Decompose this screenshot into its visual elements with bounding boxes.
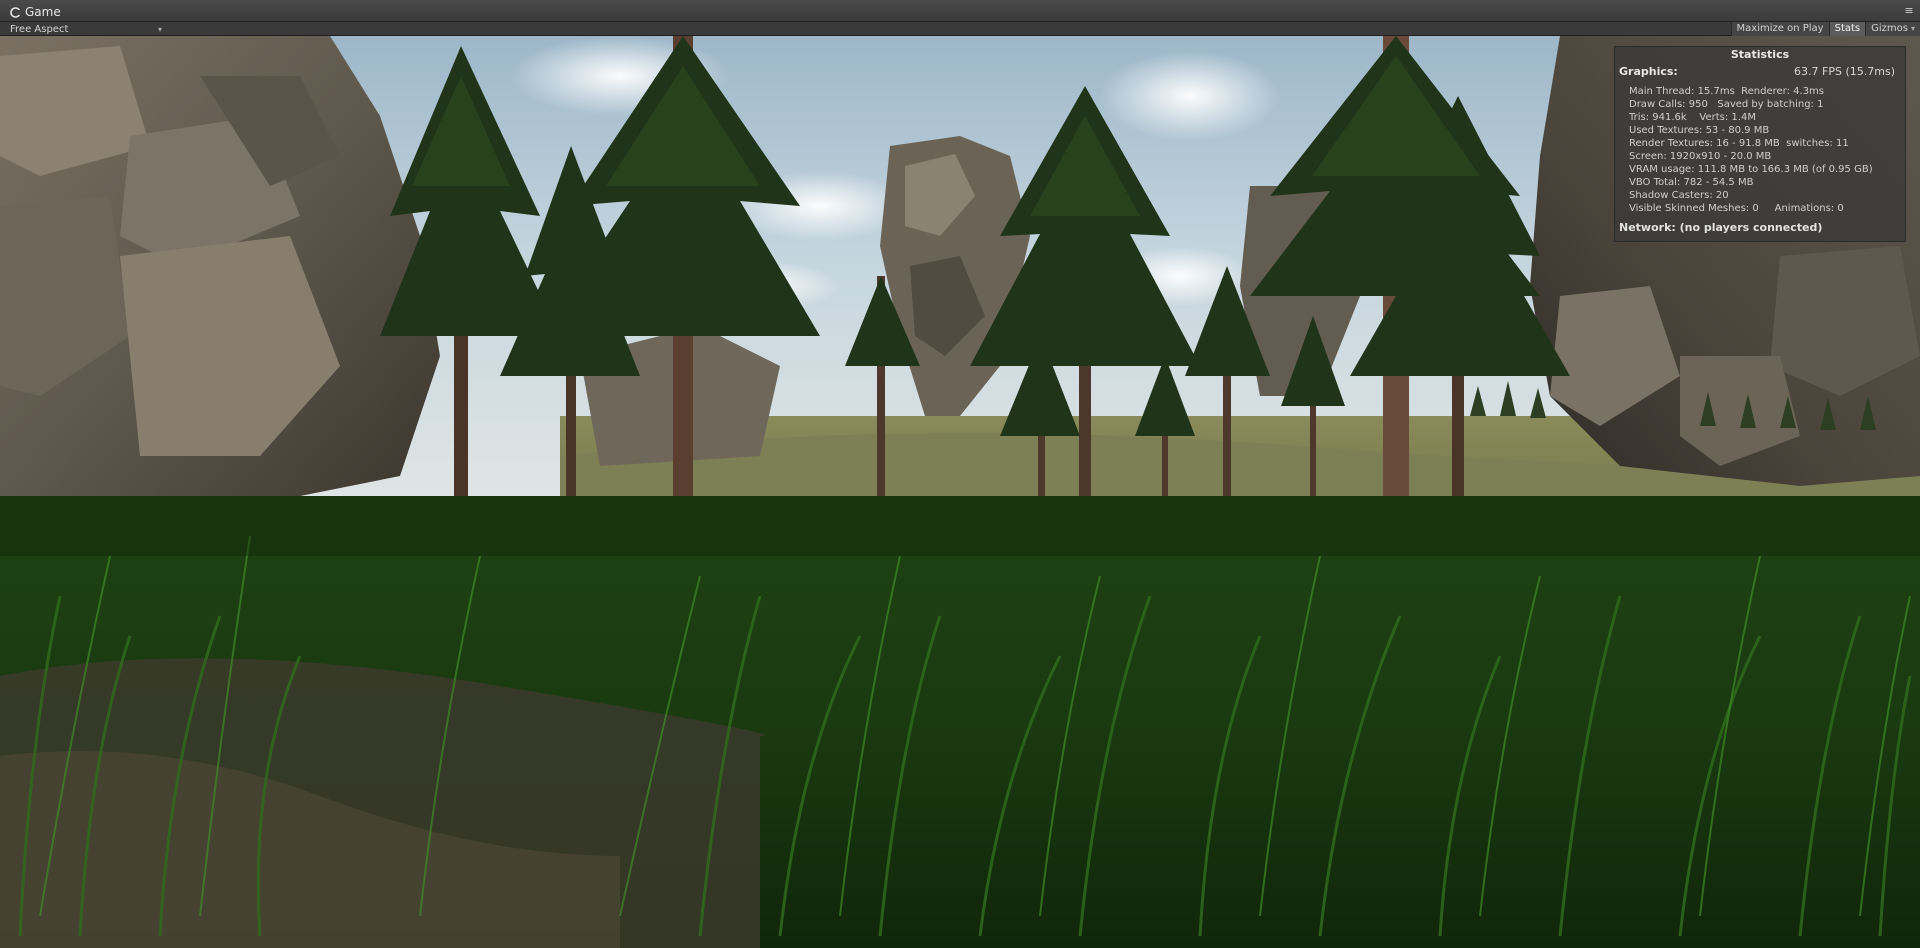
gizmos-label: Gizmos <box>1871 23 1908 34</box>
chevron-down-icon: ▾ <box>1910 24 1915 33</box>
stat-shadow-casters: Shadow Casters: 20 <box>1629 190 1729 201</box>
graphics-label: Graphics: <box>1619 65 1678 78</box>
stat-draw-calls: Draw Calls: 950 Saved by batching: 1 <box>1629 99 1824 110</box>
statistics-title: Statistics <box>1730 48 1790 61</box>
graphics-stats-list: Main Thread: 15.7ms Renderer: 4.3ms Draw… <box>1615 81 1905 215</box>
stats-toggle-button[interactable]: Stats <box>1828 22 1866 36</box>
editor-tab-bar: Game ≡ <box>0 0 1920 22</box>
panel-menu-icon[interactable]: ≡ <box>1902 4 1916 18</box>
stat-main-thread: Main Thread: 15.7ms Renderer: 4.3ms <box>1629 86 1825 97</box>
stat-skinned-meshes: Visible Skinned Meshes: 0 Animations: 0 <box>1629 203 1844 214</box>
maximize-on-play-button[interactable]: Maximize on Play <box>1730 22 1829 36</box>
statistics-panel: Statistics Graphics: 63.7 FPS (15.7ms) M… <box>1614 46 1906 242</box>
tab-game[interactable]: Game <box>4 3 67 21</box>
graphics-row: Graphics: 63.7 FPS (15.7ms) <box>1615 63 1905 81</box>
toolbar-right-group: Maximize on Play Stats Gizmos ▾ <box>1730 22 1920 36</box>
network-status: Network: (no players connected) <box>1619 221 1823 234</box>
stat-tris-verts: Tris: 941.6k Verts: 1.4M <box>1629 112 1756 123</box>
stat-screen: Screen: 1920x910 - 20.0 MB <box>1629 151 1772 162</box>
stat-vram-usage: VRAM usage: 111.8 MB to 166.3 MB (of 0.9… <box>1629 164 1873 175</box>
stat-render-textures: Render Textures: 16 - 91.8 MB switches: … <box>1629 138 1849 149</box>
stat-used-textures: Used Textures: 53 - 80.9 MB <box>1629 125 1770 136</box>
tab-game-label: Game <box>25 5 61 19</box>
aspect-ratio-value: Free Aspect <box>10 23 69 35</box>
gizmos-dropdown[interactable]: Gizmos ▾ <box>1865 22 1920 36</box>
chevron-down-icon: ▾ <box>157 24 162 34</box>
unity-logo-icon <box>10 6 21 18</box>
aspect-ratio-dropdown[interactable]: Free Aspect ▾ <box>6 22 166 36</box>
stat-vbo-total: VBO Total: 782 - 54.5 MB <box>1629 177 1754 188</box>
fps-readout: 63.7 FPS (15.7ms) <box>1794 65 1895 78</box>
game-view-toolbar: Free Aspect ▾ Maximize on Play Stats Giz… <box>0 22 1920 36</box>
